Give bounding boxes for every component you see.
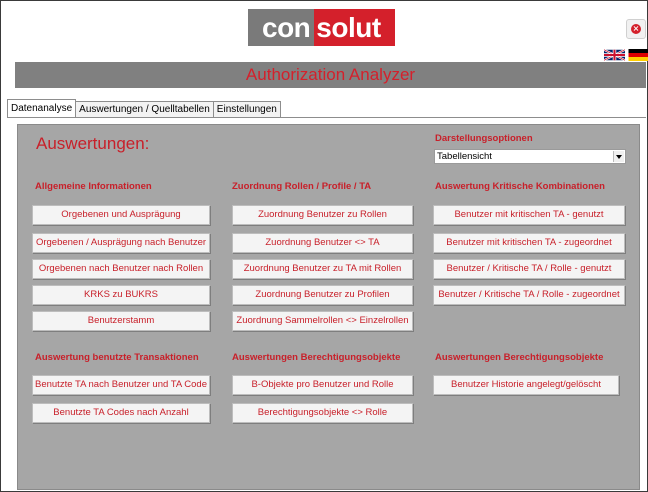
view-select[interactable]: Tabellensicht [434,149,626,164]
section-general-info-title: Allgemeine Informationen [35,181,152,192]
btn-benutzerstamm[interactable]: Benutzerstamm [32,311,210,331]
tab-datenanalyse[interactable]: Datenanalyse [7,99,77,117]
consolut-logo: con solut [248,9,395,46]
tab-auswertungen-quelltabellen[interactable]: Auswertungen / Quelltabellen [75,101,214,117]
german-flag-icon[interactable] [628,49,648,61]
app-title: Authorization Analyzer [15,62,646,88]
section-critical-title: Auswertung Kritische Kombinationen [435,181,605,192]
section-auth-objects-2-title: Auswertungen Berechtigungsobjekte [435,352,604,363]
close-icon: × [631,24,641,34]
logo-part-con: con [248,9,315,46]
logo-part-solut: solut [314,9,395,46]
view-select-value: Tabellensicht [437,151,492,162]
btn-orgebenen-auspraegung[interactable]: Orgebenen und Ausprägung [32,205,210,225]
section-role-assign-title: Zuordnung Rollen / Profile / TA [232,181,372,192]
page-title: Auswertungen: [36,134,150,153]
btn-krks-bukrs[interactable]: KRKS zu BUKRS [32,285,210,305]
chevron-down-icon[interactable] [613,151,624,162]
tab-bar: Datenanalyse Auswertungen / Quelltabelle… [7,99,281,118]
btn-benutzer-rollen[interactable]: Zuordnung Benutzer zu Rollen [232,205,413,225]
btn-orgebenen-nach-benutzer[interactable]: Orgebenen / Ausprägung nach Benutzer [32,233,210,253]
btn-kritische-ta-rolle-genutzt[interactable]: Benutzer / Kritische TA / Rolle - genutz… [433,259,625,279]
btn-benutzer-ta[interactable]: Zuordnung Benutzer <> TA [232,233,413,253]
btn-orgebenen-benutzer-rollen[interactable]: Orgebenen nach Benutzer nach Rollen [32,259,210,279]
section-auth-objects-title: Auswertungen Berechtigungsobjekte [232,352,401,363]
content-panel [17,124,640,490]
uk-flag-icon[interactable] [604,49,625,61]
btn-benutzer-historie[interactable]: Benutzer Historie angelegt/gelöscht [433,375,619,395]
display-options-label: Darstellungsoptionen [435,133,533,144]
tab-einstellungen[interactable]: Einstellungen [212,101,281,117]
btn-ta-codes-anzahl[interactable]: Benutzte TA Codes nach Anzahl [32,403,210,423]
btn-kritische-ta-zugeordnet[interactable]: Benutzer mit kritischen TA - zugeordnet [433,233,625,253]
close-button[interactable]: × [626,19,646,39]
section-used-tx-title: Auswertung benutzte Transaktionen [35,352,199,363]
btn-b-objekte-benutzer-rolle[interactable]: B-Objekte pro Benutzer und Rolle [232,375,413,395]
btn-berechtigungsobjekte-rolle[interactable]: Berechtigungsobjekte <> Rolle [232,403,413,423]
btn-ta-benutzer-code[interactable]: Benutzte TA nach Benutzer und TA Code [32,375,210,395]
btn-kritische-ta-rolle-zugeordnet[interactable]: Benutzer / Kritische TA / Rolle - zugeor… [433,285,625,305]
btn-kritische-ta-genutzt[interactable]: Benutzer mit kritischen TA - genutzt [433,205,625,225]
btn-benutzer-profile[interactable]: Zuordnung Benutzer zu Profilen [232,285,413,305]
btn-sammelrollen-einzelrollen[interactable]: Zuordnung Sammelrollen <> Einzelrollen [232,311,413,331]
tab-divider [7,117,646,118]
btn-benutzer-ta-rollen[interactable]: Zuordnung Benutzer zu TA mit Rollen [232,259,413,279]
